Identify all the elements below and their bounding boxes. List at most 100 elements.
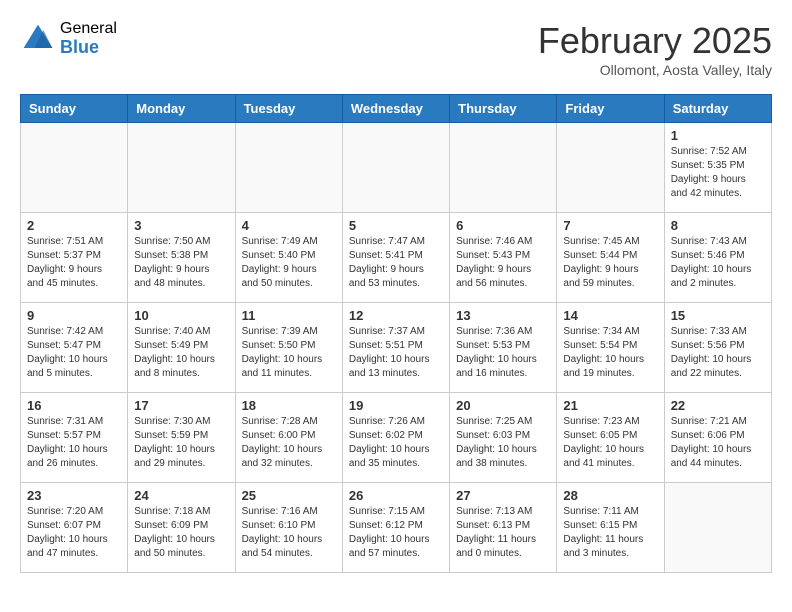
calendar-cell	[450, 123, 557, 213]
day-number: 13	[456, 308, 550, 323]
month-title: February 2025	[538, 20, 772, 62]
calendar-cell: 9 Sunrise: 7:42 AM Sunset: 5:47 PM Daylig…	[21, 303, 128, 393]
calendar-cell: 18Sunrise: 7:28 AM Sunset: 6:00 PM Dayli…	[235, 393, 342, 483]
calendar-cell: 8 Sunrise: 7:43 AM Sunset: 5:46 PM Daylig…	[664, 213, 771, 303]
calendar-cell	[557, 123, 664, 213]
day-number: 8	[671, 218, 765, 233]
day-number: 2	[27, 218, 121, 233]
day-info: Sunrise: 7:28 AM Sunset: 6:00 PM Dayligh…	[242, 415, 336, 471]
day-number: 16	[27, 398, 121, 413]
calendar-cell: 17Sunrise: 7:30 AM Sunset: 5:59 PM Dayli…	[128, 393, 235, 483]
day-number: 24	[134, 488, 228, 503]
calendar-cell	[128, 123, 235, 213]
day-number: 3	[134, 218, 228, 233]
day-number: 27	[456, 488, 550, 503]
day-info: Sunrise: 7:40 AM Sunset: 5:49 PM Dayligh…	[134, 325, 228, 381]
day-info: Sunrise: 7:42 AM Sunset: 5:47 PM Dayligh…	[27, 325, 121, 381]
calendar-table: SundayMondayTuesdayWednesdayThursdayFrid…	[20, 94, 772, 573]
week-row-2: 2 Sunrise: 7:51 AM Sunset: 5:37 PM Daylig…	[21, 213, 772, 303]
day-number: 15	[671, 308, 765, 323]
day-info: Sunrise: 7:47 AM Sunset: 5:41 PM Dayligh…	[349, 235, 443, 291]
calendar-cell: 26 Sunrise: 7:15 AM Sunset: 6:12 PM Dayli…	[342, 483, 449, 573]
day-number: 28	[563, 488, 657, 503]
day-info: Sunrise: 7:50 AM Sunset: 5:38 PM Dayligh…	[134, 235, 228, 291]
logo-text: General Blue	[60, 20, 117, 57]
calendar-cell: 12 Sunrise: 7:37 AM Sunset: 5:51 PM Dayli…	[342, 303, 449, 393]
day-info: Sunrise: 7:15 AM Sunset: 6:12 PM Dayligh…	[349, 505, 443, 561]
day-info: Sunrise: 7:36 AM Sunset: 5:53 PM Dayligh…	[456, 325, 550, 381]
calendar-cell: 15 Sunrise: 7:33 AM Sunset: 5:56 PM Dayli…	[664, 303, 771, 393]
weekday-header-sunday: Sunday	[21, 95, 128, 123]
logo-blue: Blue	[60, 38, 117, 58]
day-number: 14	[563, 308, 657, 323]
calendar-cell	[235, 123, 342, 213]
weekday-header-tuesday: Tuesday	[235, 95, 342, 123]
calendar-cell: 2 Sunrise: 7:51 AM Sunset: 5:37 PM Daylig…	[21, 213, 128, 303]
day-number: 6	[456, 218, 550, 233]
day-number: 5	[349, 218, 443, 233]
day-info: Sunrise: 7:11 AM Sunset: 6:15 PM Dayligh…	[563, 505, 657, 561]
weekday-header-friday: Friday	[557, 95, 664, 123]
day-info: Sunrise: 7:18 AM Sunset: 6:09 PM Dayligh…	[134, 505, 228, 561]
day-number: 17	[134, 398, 228, 413]
day-info: Sunrise: 7:26 AM Sunset: 6:02 PM Dayligh…	[349, 415, 443, 471]
day-info: Sunrise: 7:52 AM Sunset: 5:35 PM Dayligh…	[671, 145, 765, 201]
day-number: 21	[563, 398, 657, 413]
calendar-cell: 22 Sunrise: 7:21 AM Sunset: 6:06 PM Dayli…	[664, 393, 771, 483]
location: Ollomont, Aosta Valley, Italy	[538, 62, 772, 78]
page-header: General Blue February 2025 Ollomont, Aos…	[20, 20, 772, 78]
day-info: Sunrise: 7:39 AM Sunset: 5:50 PM Dayligh…	[242, 325, 336, 381]
day-info: Sunrise: 7:25 AM Sunset: 6:03 PM Dayligh…	[456, 415, 550, 471]
calendar-cell: 1 Sunrise: 7:52 AM Sunset: 5:35 PM Daylig…	[664, 123, 771, 213]
day-number: 9	[27, 308, 121, 323]
day-number: 26	[349, 488, 443, 503]
day-info: Sunrise: 7:20 AM Sunset: 6:07 PM Dayligh…	[27, 505, 121, 561]
day-info: Sunrise: 7:49 AM Sunset: 5:40 PM Dayligh…	[242, 235, 336, 291]
logo-icon	[20, 21, 56, 57]
day-number: 25	[242, 488, 336, 503]
calendar-cell: 24 Sunrise: 7:18 AM Sunset: 6:09 PM Dayli…	[128, 483, 235, 573]
calendar-cell: 28 Sunrise: 7:11 AM Sunset: 6:15 PM Dayli…	[557, 483, 664, 573]
day-info: Sunrise: 7:46 AM Sunset: 5:43 PM Dayligh…	[456, 235, 550, 291]
day-info: Sunrise: 7:16 AM Sunset: 6:10 PM Dayligh…	[242, 505, 336, 561]
calendar-cell: 16 Sunrise: 7:31 AM Sunset: 5:57 PM Dayli…	[21, 393, 128, 483]
day-info: Sunrise: 7:13 AM Sunset: 6:13 PM Dayligh…	[456, 505, 550, 561]
day-info: Sunrise: 7:23 AM Sunset: 6:05 PM Dayligh…	[563, 415, 657, 471]
calendar-cell: 21 Sunrise: 7:23 AM Sunset: 6:05 PM Dayli…	[557, 393, 664, 483]
day-info: Sunrise: 7:31 AM Sunset: 5:57 PM Dayligh…	[27, 415, 121, 471]
week-row-1: 1 Sunrise: 7:52 AM Sunset: 5:35 PM Daylig…	[21, 123, 772, 213]
weekday-header-monday: Monday	[128, 95, 235, 123]
calendar-cell: 5 Sunrise: 7:47 AM Sunset: 5:41 PM Daylig…	[342, 213, 449, 303]
day-info: Sunrise: 7:51 AM Sunset: 5:37 PM Dayligh…	[27, 235, 121, 291]
day-number: 20	[456, 398, 550, 413]
weekday-header-wednesday: Wednesday	[342, 95, 449, 123]
calendar-cell: 4 Sunrise: 7:49 AM Sunset: 5:40 PM Daylig…	[235, 213, 342, 303]
logo-general: General	[60, 20, 117, 38]
calendar-cell: 14 Sunrise: 7:34 AM Sunset: 5:54 PM Dayli…	[557, 303, 664, 393]
calendar-cell: 10 Sunrise: 7:40 AM Sunset: 5:49 PM Dayli…	[128, 303, 235, 393]
calendar-cell: 27 Sunrise: 7:13 AM Sunset: 6:13 PM Dayli…	[450, 483, 557, 573]
calendar-cell: 6 Sunrise: 7:46 AM Sunset: 5:43 PM Daylig…	[450, 213, 557, 303]
day-number: 7	[563, 218, 657, 233]
day-number: 23	[27, 488, 121, 503]
calendar-cell: 20 Sunrise: 7:25 AM Sunset: 6:03 PM Dayli…	[450, 393, 557, 483]
day-number: 19	[349, 398, 443, 413]
calendar-cell	[21, 123, 128, 213]
day-info: Sunrise: 7:45 AM Sunset: 5:44 PM Dayligh…	[563, 235, 657, 291]
logo: General Blue	[20, 20, 117, 57]
calendar-cell: 13 Sunrise: 7:36 AM Sunset: 5:53 PM Dayli…	[450, 303, 557, 393]
day-info: Sunrise: 7:43 AM Sunset: 5:46 PM Dayligh…	[671, 235, 765, 291]
day-number: 12	[349, 308, 443, 323]
weekday-header-saturday: Saturday	[664, 95, 771, 123]
day-info: Sunrise: 7:34 AM Sunset: 5:54 PM Dayligh…	[563, 325, 657, 381]
day-info: Sunrise: 7:37 AM Sunset: 5:51 PM Dayligh…	[349, 325, 443, 381]
day-number: 10	[134, 308, 228, 323]
day-number: 22	[671, 398, 765, 413]
day-number: 4	[242, 218, 336, 233]
calendar-cell: 25 Sunrise: 7:16 AM Sunset: 6:10 PM Dayli…	[235, 483, 342, 573]
day-info: Sunrise: 7:21 AM Sunset: 6:06 PM Dayligh…	[671, 415, 765, 471]
day-number: 1	[671, 128, 765, 143]
calendar-cell	[664, 483, 771, 573]
day-info: Sunrise: 7:33 AM Sunset: 5:56 PM Dayligh…	[671, 325, 765, 381]
week-row-4: 16 Sunrise: 7:31 AM Sunset: 5:57 PM Dayli…	[21, 393, 772, 483]
